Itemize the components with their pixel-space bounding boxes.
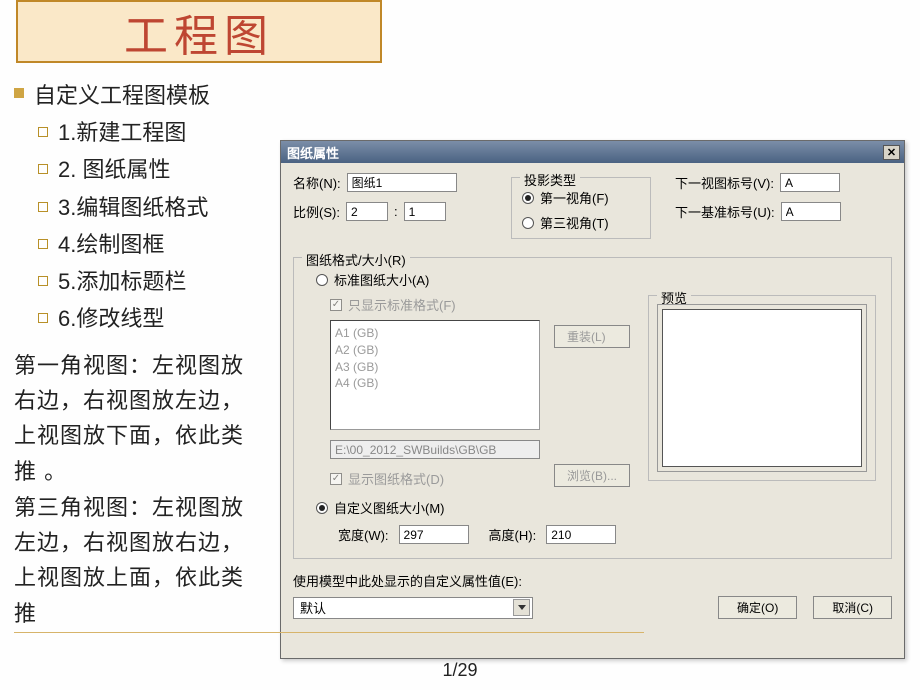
next-view-input[interactable] <box>780 173 840 192</box>
name-input[interactable] <box>347 173 457 192</box>
cancel-button[interactable]: 取消(C) <box>813 596 892 619</box>
outline-item: 3.编辑图纸格式 <box>58 190 208 225</box>
paragraph-third-angle: 第三角视图：左视图放左边，右视图放右边，上视图放上面，依此类推 <box>14 490 264 631</box>
radio-first-angle[interactable] <box>522 192 534 204</box>
preview-panel <box>657 304 867 472</box>
subbullet-icon <box>38 127 48 137</box>
radio-third-angle[interactable] <box>522 217 534 229</box>
width-input[interactable] <box>399 525 469 544</box>
custom-prop-combo[interactable]: 默认 <box>293 597 533 619</box>
browse-button[interactable]: 浏览(B)... <box>554 464 630 487</box>
sheet-properties-dialog: 图纸属性 ✕ 名称(N): 比例(S): : 投影类型 <box>280 140 905 659</box>
slide-title-box: 工程图 <box>16 0 382 63</box>
list-item: A1 (GB) <box>335 325 535 342</box>
outline-item: 6.修改线型 <box>58 301 164 336</box>
page-number: 1/29 <box>0 660 920 681</box>
label-custom-prop: 使用模型中此处显示的自定义属性值(E): <box>293 571 892 590</box>
scale-input-2[interactable] <box>404 202 446 221</box>
bullet-icon <box>14 88 24 98</box>
subbullet-icon <box>38 239 48 249</box>
checkbox-show-format[interactable] <box>330 473 342 485</box>
label-height: 高度(H): <box>489 525 537 544</box>
reload-button[interactable]: 重装(L) <box>554 325 630 348</box>
list-item: A3 (GB) <box>335 359 535 376</box>
label-custom-size: 自定义图纸大小(M) <box>334 498 445 517</box>
decorative-rule <box>14 632 644 633</box>
outline-item: 4.绘制图框 <box>58 227 164 262</box>
paragraph-first-angle: 第一角视图：左视图放右边，右视图放左边，上视图放下面，依此类推 。 <box>14 348 264 489</box>
label-scale: 比例(S): <box>293 202 340 221</box>
label-show-format: 显示图纸格式(D) <box>348 469 444 488</box>
close-icon[interactable]: ✕ <box>883 145 900 160</box>
subbullet-icon <box>38 313 48 323</box>
outline-item: 5.添加标题栏 <box>58 264 186 299</box>
scale-input-1[interactable] <box>346 202 388 221</box>
label-third-angle: 第三视角(T) <box>540 213 609 232</box>
next-datum-input[interactable] <box>781 202 841 221</box>
outline-main: 自定义工程图模板 <box>34 78 210 113</box>
outline: 自定义工程图模板 1.新建工程图 2. 图纸属性 3.编辑图纸格式 4.绘制图框… <box>14 78 274 338</box>
label-name: 名称(N): <box>293 173 341 192</box>
combo-value: 默认 <box>300 598 326 617</box>
label-next-datum: 下一基准标号(U): <box>675 202 775 221</box>
subbullet-icon <box>38 164 48 174</box>
label-next-view: 下一视图标号(V): <box>675 173 774 192</box>
height-input[interactable] <box>546 525 616 544</box>
dialog-title: 图纸属性 <box>287 143 339 162</box>
label-only-standard: 只显示标准格式(F) <box>348 295 456 314</box>
sheet-format-group-label: 图纸格式/大小(R) <box>302 250 410 269</box>
radio-custom-size[interactable] <box>316 502 328 514</box>
list-item: A2 (GB) <box>335 342 535 359</box>
slide-title: 工程图 <box>124 0 274 64</box>
projection-group-label: 投影类型 <box>520 170 580 189</box>
radio-standard-size[interactable] <box>316 274 328 286</box>
list-item: A4 (GB) <box>335 375 535 392</box>
preview-canvas <box>662 309 862 467</box>
outline-item: 2. 图纸属性 <box>58 152 170 187</box>
checkbox-only-standard[interactable] <box>330 299 342 311</box>
subbullet-icon <box>38 202 48 212</box>
dialog-titlebar: 图纸属性 ✕ <box>281 141 904 163</box>
scale-colon: : <box>394 204 398 219</box>
chevron-down-icon <box>513 599 530 616</box>
outline-item: 1.新建工程图 <box>58 115 186 150</box>
label-width: 宽度(W): <box>338 525 389 544</box>
label-first-angle: 第一视角(F) <box>540 188 609 207</box>
label-standard-size: 标准图纸大小(A) <box>334 270 429 289</box>
path-input <box>330 440 540 459</box>
ok-button[interactable]: 确定(O) <box>718 596 797 619</box>
size-listbox[interactable]: A1 (GB) A2 (GB) A3 (GB) A4 (GB) <box>330 320 540 430</box>
subbullet-icon <box>38 276 48 286</box>
